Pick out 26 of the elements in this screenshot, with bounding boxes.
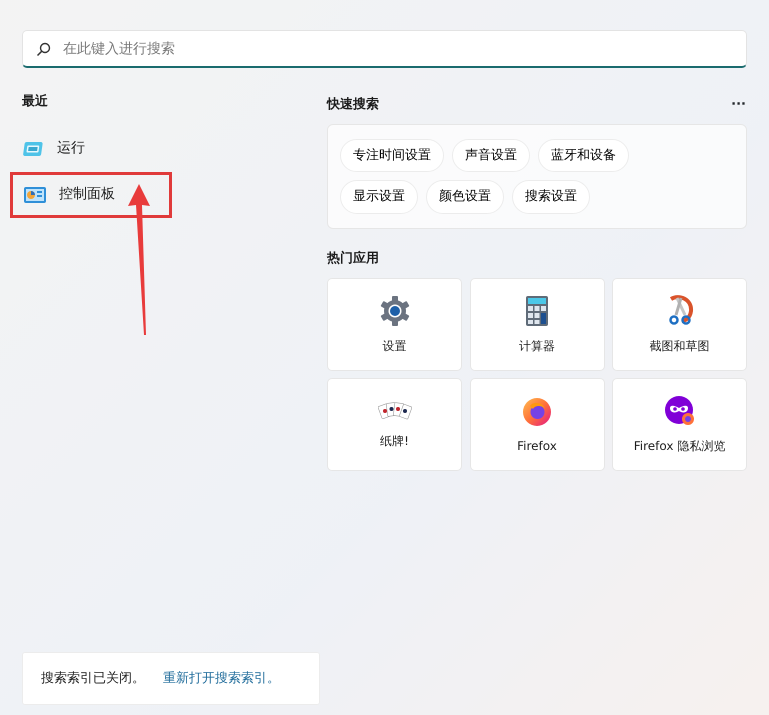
calculator-icon xyxy=(525,294,549,327)
control-panel-icon xyxy=(23,186,47,204)
app-tile[interactable]: Firefox xyxy=(470,378,604,472)
app-tile[interactable]: 计算器 xyxy=(470,278,604,372)
search-chip[interactable]: 声音设置 xyxy=(452,138,530,172)
section-heading: 热门应用 xyxy=(327,250,380,266)
search-chip[interactable]: 颜色设置 xyxy=(426,180,504,214)
notice-text: 搜索索引已关闭。 xyxy=(41,670,145,688)
search-chip[interactable]: 显示设置 xyxy=(340,180,418,214)
section-heading: 最近 xyxy=(22,94,49,110)
section-heading: 快速搜索 xyxy=(327,96,379,113)
recent-item[interactable]: 运行 xyxy=(10,126,172,172)
search-chip[interactable]: 专注时间设置 xyxy=(340,138,444,172)
reopen-index-link[interactable]: 重新打开搜索索引。 xyxy=(163,668,280,688)
app-tile[interactable]: 设置 xyxy=(327,278,462,372)
app-tile[interactable]: 纸牌! xyxy=(327,378,462,472)
mask-icon xyxy=(664,394,696,427)
app-tile[interactable]: Firefox 隐私浏览 xyxy=(612,378,747,472)
run-window-icon xyxy=(23,140,45,157)
gear-icon xyxy=(378,294,410,327)
search-chip[interactable]: 搜索设置 xyxy=(512,180,590,214)
more-button[interactable]: ··· xyxy=(730,94,747,116)
search-field[interactable]: 在此键入进行搜索 xyxy=(22,30,747,68)
app-tile[interactable]: 截图和草图 xyxy=(612,278,747,372)
playing-cards-icon xyxy=(378,400,412,422)
search-chip[interactable]: 蓝牙和设备 xyxy=(538,138,629,172)
